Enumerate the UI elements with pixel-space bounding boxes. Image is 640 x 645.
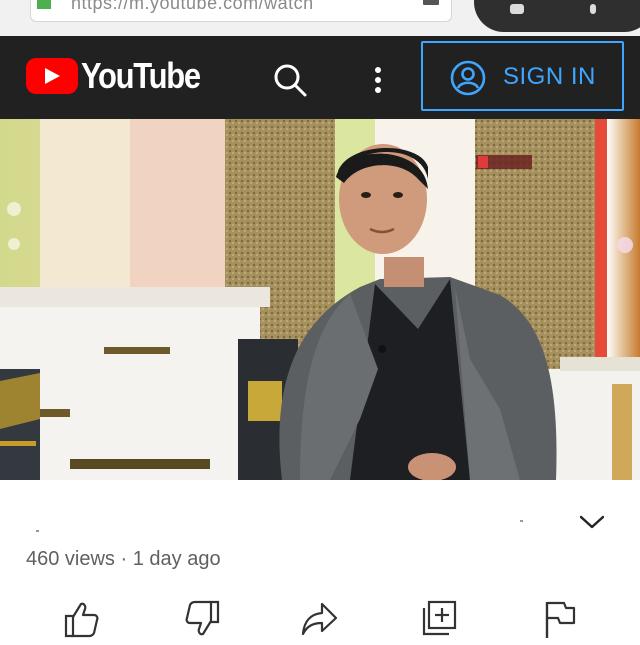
account-circle-icon bbox=[450, 60, 486, 96]
search-icon bbox=[274, 64, 307, 97]
clear-url-icon[interactable] bbox=[423, 0, 439, 5]
youtube-logo-icon bbox=[26, 58, 78, 94]
more-vertical-icon bbox=[375, 67, 381, 93]
address-bar-text: https://m.youtube.com/watch bbox=[71, 0, 314, 13]
youtube-wordmark: YouTube bbox=[81, 55, 201, 96]
search-button[interactable] bbox=[270, 60, 310, 100]
browser-toolbar: https://m.youtube.com/watch bbox=[0, 0, 640, 36]
tabs-icon[interactable] bbox=[510, 4, 524, 14]
thumbs-down-icon bbox=[185, 600, 220, 636]
youtube-logo[interactable]: YouTube bbox=[0, 36, 201, 119]
video-details: 460 views · 1 day ago bbox=[0, 480, 640, 640]
site-favicon-icon bbox=[37, 0, 51, 9]
video-meta: 460 views · 1 day ago bbox=[26, 548, 221, 570]
youtube-header: YouTube SIGN IN bbox=[0, 36, 640, 119]
share-button[interactable] bbox=[298, 598, 342, 640]
address-bar[interactable]: https://m.youtube.com/watch bbox=[30, 0, 452, 22]
save-button[interactable] bbox=[418, 598, 462, 640]
dislike-button[interactable] bbox=[180, 598, 224, 640]
video-frame bbox=[0, 119, 640, 480]
like-button[interactable] bbox=[60, 598, 104, 640]
sign-in-button[interactable]: SIGN IN bbox=[421, 41, 624, 111]
action-bar bbox=[0, 598, 640, 640]
add-to-playlist-icon bbox=[422, 600, 457, 636]
browser-menu-bubble bbox=[474, 0, 640, 32]
video-player[interactable] bbox=[0, 119, 640, 480]
report-button[interactable] bbox=[538, 598, 582, 640]
title-dot bbox=[36, 530, 39, 532]
browser-menu-icon[interactable] bbox=[590, 4, 596, 14]
chevron-down-icon bbox=[579, 515, 605, 529]
share-icon bbox=[301, 602, 338, 636]
expand-description-button[interactable] bbox=[578, 512, 606, 537]
title-dot bbox=[520, 520, 523, 522]
more-options-button[interactable] bbox=[364, 62, 392, 98]
sign-in-label: SIGN IN bbox=[503, 63, 596, 90]
flag-icon bbox=[545, 601, 576, 638]
thumbs-up-icon bbox=[64, 602, 99, 638]
